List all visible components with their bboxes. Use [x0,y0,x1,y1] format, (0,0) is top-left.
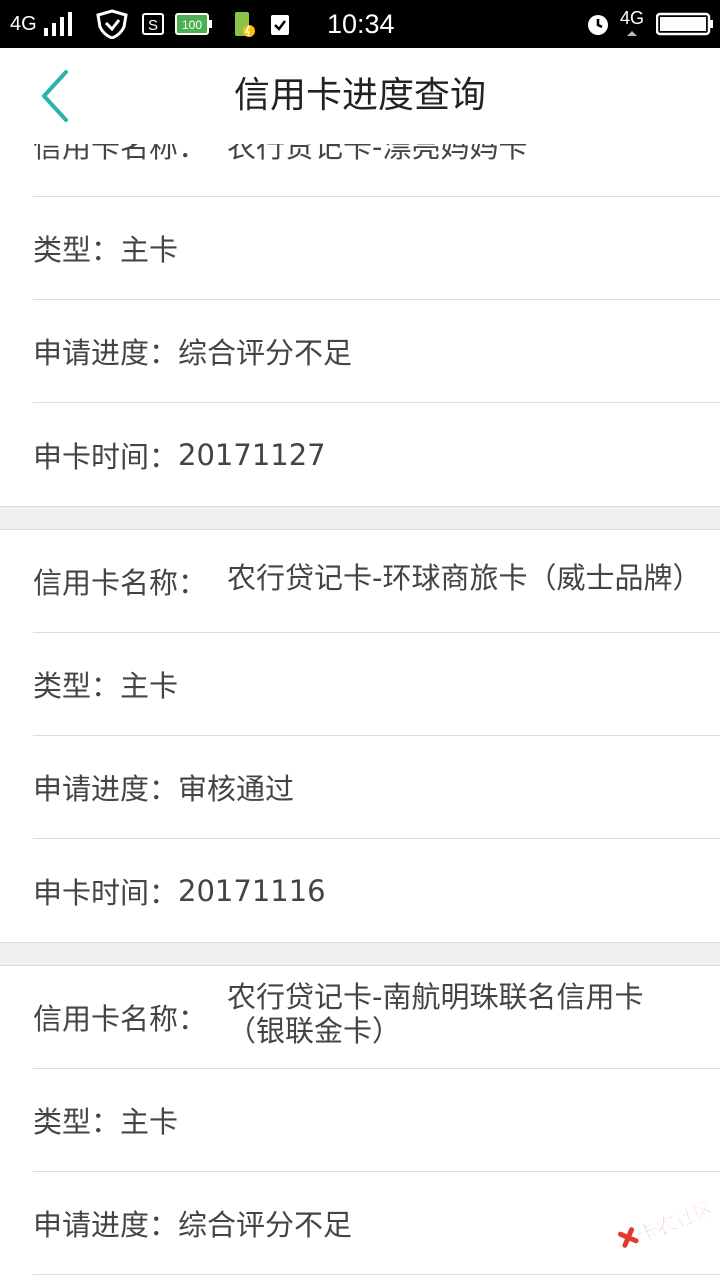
s-app-icon: S [142,13,164,35]
card-type-label: 类型： [33,233,121,267]
status-bar: 4G S 100 10:34 4G [0,0,720,48]
progress-label: 申请进度： [33,1208,179,1242]
application-card: 信用卡名称： 农行贷记卡-南航明珠联名信用卡（银联金卡） 类型： 主卡 申请进度… [0,966,720,1275]
card-type-label: 类型： [33,669,121,703]
progress-label: 申请进度： [33,772,179,806]
apply-date-value: 20171116 [178,873,326,908]
progress-list[interactable]: 信用卡名称： 农行贷记卡-漂亮妈妈卡 类型： 主卡 申请进度： 综合评分不足 申… [0,144,720,1280]
progress-row: 申请进度： 审核通过 [33,736,720,839]
card-type-row: 类型： 主卡 [33,633,720,736]
progress-value: 综合评分不足 [178,1208,353,1242]
card-type-value: 主卡 [120,669,179,703]
apply-date-row: 申卡时间： 20171116 [33,839,720,942]
progress-row: 申请进度： 综合评分不足 [33,300,720,403]
section-divider [0,506,720,530]
card-name-label: 信用卡名称： [33,566,208,600]
clock-time: 10:34 [327,8,395,39]
svg-text:100: 100 [182,18,202,32]
card-type-row: 类型： 主卡 [33,1069,720,1172]
card-type-label: 类型： [33,1105,121,1139]
app-header: 信用卡进度查询 [0,48,720,144]
card-type-value: 主卡 [120,233,179,267]
battery-app-icon: 100 [175,13,212,35]
application-card: 信用卡名称： 农行贷记卡-漂亮妈妈卡 类型： 主卡 申请进度： 综合评分不足 申… [0,144,720,506]
data-arrows-icon [627,31,637,36]
svg-text:S: S [148,17,158,34]
apply-date-row: 申卡时间： 20171127 [33,403,720,506]
card-type-value: 主卡 [120,1105,179,1139]
alarm-icon [588,15,608,35]
card-name-value: 农行贷记卡-漂亮妈妈卡 [227,144,528,164]
battery-icon [656,12,713,36]
page-title: 信用卡进度查询 [233,75,486,116]
card-name-row: 信用卡名称： 农行贷记卡-环球商旅卡（威士品牌） [33,530,720,633]
apply-date-label: 申卡时间： [33,439,179,474]
progress-value: 综合评分不足 [178,336,353,370]
apply-date-label: 申卡时间： [33,875,179,910]
signal-icon [44,12,72,36]
card-type-row: 类型： 主卡 [33,197,720,300]
progress-value: 审核通过 [178,772,295,806]
scroll-container: 信用卡名称： 农行贷记卡-漂亮妈妈卡 类型： 主卡 申请进度： 综合评分不足 申… [0,144,720,1275]
section-divider [0,942,720,966]
application-card: 信用卡名称： 农行贷记卡-环球商旅卡（威士品牌） 类型： 主卡 申请进度： 审核… [0,530,720,942]
card-name-label: 信用卡名称： [33,144,208,164]
card-name-value: 农行贷记卡-南航明珠联名信用卡（银联金卡） [227,980,644,1048]
chevron-left-icon [42,70,68,122]
apply-date-value: 20171127 [178,437,326,472]
card-name-value: 农行贷记卡-环球商旅卡（威士品牌） [227,561,702,595]
card-name-row: 信用卡名称： 农行贷记卡-漂亮妈妈卡 [33,144,720,197]
charging-icon [235,12,255,37]
back-button[interactable] [30,68,86,124]
card-name-row: 信用卡名称： 农行贷记卡-南航明珠联名信用卡（银联金卡） [33,966,720,1069]
clipboard-check-icon [271,15,289,35]
card-name-label: 信用卡名称： [33,1002,208,1036]
shield-icon [96,9,128,39]
progress-label: 申请进度： [33,336,179,370]
network-type: 4G [10,12,37,35]
progress-row: 申请进度： 综合评分不足 [33,1172,720,1275]
